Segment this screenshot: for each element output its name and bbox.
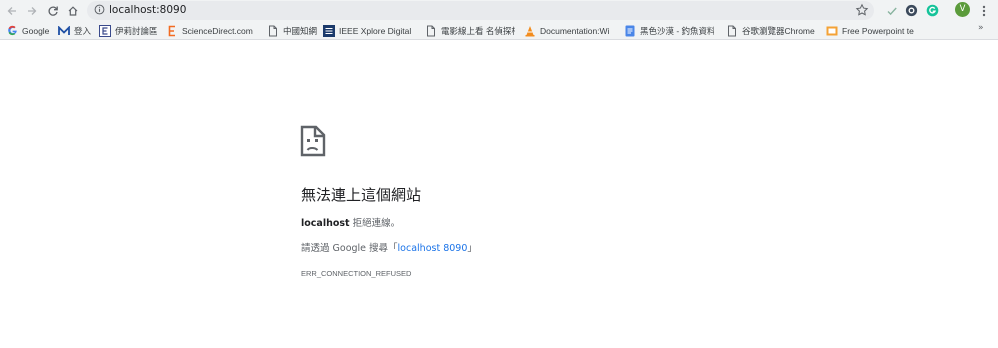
grammarly-icon — [926, 4, 939, 17]
search-prefix: 請透過 Google 搜尋「 — [301, 243, 398, 254]
forward-button[interactable] — [22, 1, 41, 20]
bookmark-label: 谷歌瀏覽器Chrome — [742, 25, 815, 36]
address-bar[interactable]: localhost:8090 — [87, 1, 874, 20]
bookmark-ieee[interactable]: IEEE Xplore Digital L — [323, 21, 413, 40]
grammarly-button[interactable] — [924, 2, 941, 19]
profile-avatar[interactable]: V — [955, 2, 970, 17]
bookmark-label: Google — [22, 25, 50, 36]
bookmark-star-icon[interactable] — [855, 3, 869, 17]
reload-button[interactable] — [43, 1, 62, 20]
address-url[interactable]: localhost:8090 — [109, 4, 186, 17]
bookmark-label: 中國知網 — [283, 25, 317, 36]
bookmarks-bar: Google 登入 伊莉討論區 ScienceDirect.com | 中國知網… — [0, 21, 998, 40]
bookmark-label: Free Powerpoint te — [842, 25, 914, 36]
bookmark-label: 登入 — [74, 25, 92, 36]
reload-icon — [47, 6, 58, 16]
home-button[interactable] — [63, 1, 82, 20]
kebab-menu-icon — [982, 5, 985, 16]
error-code: ERR_CONNECTION_REFUSED — [301, 269, 412, 278]
bookmarks-overflow-chevron-icon[interactable]: » — [978, 23, 984, 33]
bookmark-black-desert[interactable]: 黑色沙漠 - 釣魚資料 — [624, 21, 714, 40]
extension-shield-button[interactable] — [903, 2, 920, 19]
site-info-icon[interactable] — [94, 4, 105, 15]
slides-icon — [826, 25, 838, 37]
back-arrow-icon — [7, 6, 16, 15]
page-icon — [267, 25, 279, 37]
home-icon — [68, 5, 77, 16]
error-refused-text: 拒絕連線。 — [349, 218, 401, 229]
m-logo-icon — [58, 25, 70, 37]
bookmark-free-powerpoint[interactable]: Free Powerpoint te — [826, 21, 918, 40]
forward-arrow-icon — [27, 6, 36, 15]
bookmark-label: IEEE Xplore Digital L — [339, 25, 413, 36]
vlc-cone-icon — [524, 25, 536, 37]
checkmark-icon — [887, 7, 897, 15]
error-search-suggestion: 請透過 Google 搜尋「localhost 8090」 — [301, 242, 477, 255]
bookmark-label: 電影線上看 名偵探柯 — [441, 25, 515, 36]
back-button[interactable] — [2, 1, 21, 20]
bookmark-label: Documentation:Wi — [540, 25, 610, 36]
bookmark-login[interactable]: 登入 — [58, 21, 94, 40]
chrome-menu-button[interactable] — [974, 1, 993, 20]
bookmark-cnki[interactable]: 中國知網 — [267, 21, 317, 40]
bookmark-documentation[interactable]: Documentation:Wi — [524, 21, 612, 40]
extension-gear-icon — [905, 4, 918, 17]
bookmark-label: ScienceDirect.com | — [182, 25, 254, 36]
page-icon — [425, 25, 437, 37]
elsevier-icon — [166, 25, 178, 37]
sad-document-icon — [300, 125, 326, 157]
google-g-icon — [6, 25, 18, 37]
bookmark-movie[interactable]: 電影線上看 名偵探柯 — [425, 21, 515, 40]
bookmark-eyny[interactable]: 伊莉討論區 — [99, 21, 157, 40]
browser-toolbar: localhost:8090 V — [0, 0, 998, 21]
google-search-link[interactable]: localhost 8090 — [398, 243, 468, 254]
bookmark-label: 伊莉討論區 — [115, 25, 157, 36]
bookmark-sciencedirect[interactable]: ScienceDirect.com | — [166, 21, 254, 40]
e-logo-icon — [99, 24, 111, 37]
search-suffix: 」 — [467, 243, 477, 254]
ieee-icon — [323, 24, 335, 37]
bookmark-label: 黑色沙漠 - 釣魚資料 — [640, 25, 714, 36]
bookmark-chrome-browser[interactable]: 谷歌瀏覽器Chrome — [726, 21, 816, 40]
error-host: localhost — [301, 218, 350, 229]
bookmark-google[interactable]: Google — [6, 21, 52, 40]
extension-check-button[interactable] — [883, 2, 900, 19]
error-summary: localhost 拒絕連線。 — [301, 217, 400, 230]
error-title: 無法連上這個網站 — [301, 186, 422, 204]
docs-icon — [624, 25, 636, 37]
page-icon — [726, 25, 738, 37]
